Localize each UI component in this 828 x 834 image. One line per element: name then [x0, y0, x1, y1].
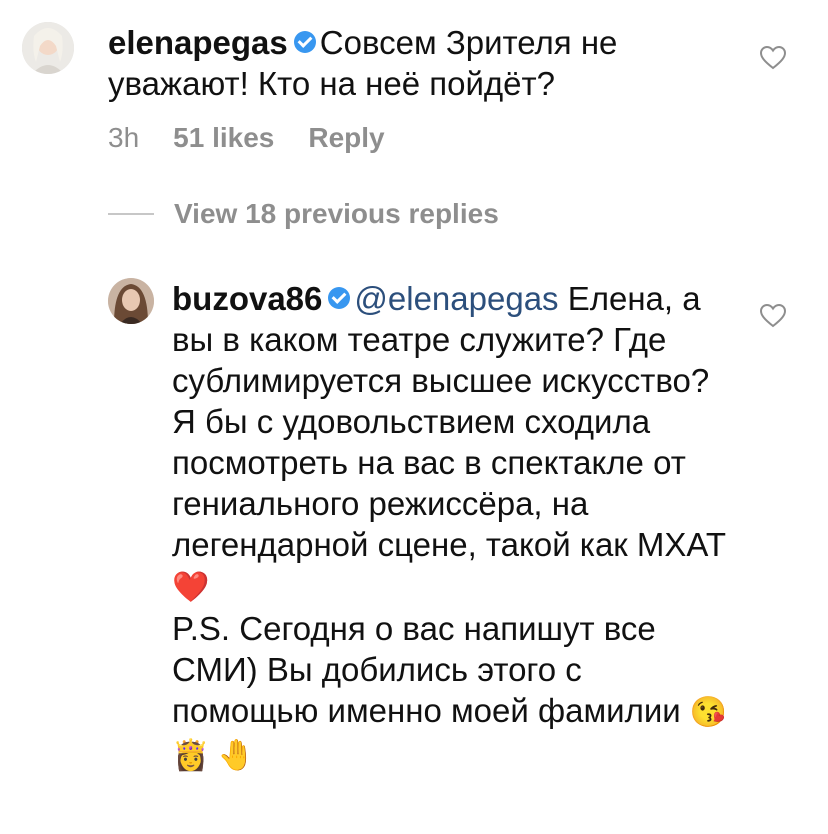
comment-likes[interactable]: 51 likes: [173, 122, 274, 154]
divider-line: [108, 213, 154, 215]
verified-badge-icon: [328, 287, 351, 310]
reply-body-part1: Елена, а вы в каком театре служите? Где …: [172, 280, 727, 563]
heart-outline-icon[interactable]: [760, 46, 786, 70]
avatar[interactable]: [22, 22, 74, 74]
comment-text: elenapegas Совсем Зрителя не уважают! Кто…: [108, 22, 708, 104]
avatar[interactable]: [108, 278, 154, 324]
mention-link[interactable]: @elenapegas: [354, 280, 558, 317]
heart-emoji: ❤️: [172, 571, 210, 604]
reply-username[interactable]: buzova86: [172, 280, 322, 317]
reply-body-part2: P.S. Сегодня о вас напишут все СМИ) Вы д…: [172, 610, 690, 729]
reply-text: buzova86 @elenapegas Елена, а вы в каком …: [172, 278, 732, 776]
view-replies-label[interactable]: View 18 previous replies: [174, 198, 499, 230]
reply-button[interactable]: Reply: [308, 122, 384, 154]
view-previous-replies[interactable]: View 18 previous replies: [108, 198, 499, 230]
heart-outline-icon[interactable]: [760, 304, 786, 328]
comment-username[interactable]: elenapegas: [108, 24, 288, 61]
comment-time: 3h: [108, 122, 140, 153]
comment-meta: 3h 51 likes Reply: [108, 122, 385, 154]
verified-badge-icon: [293, 31, 316, 54]
